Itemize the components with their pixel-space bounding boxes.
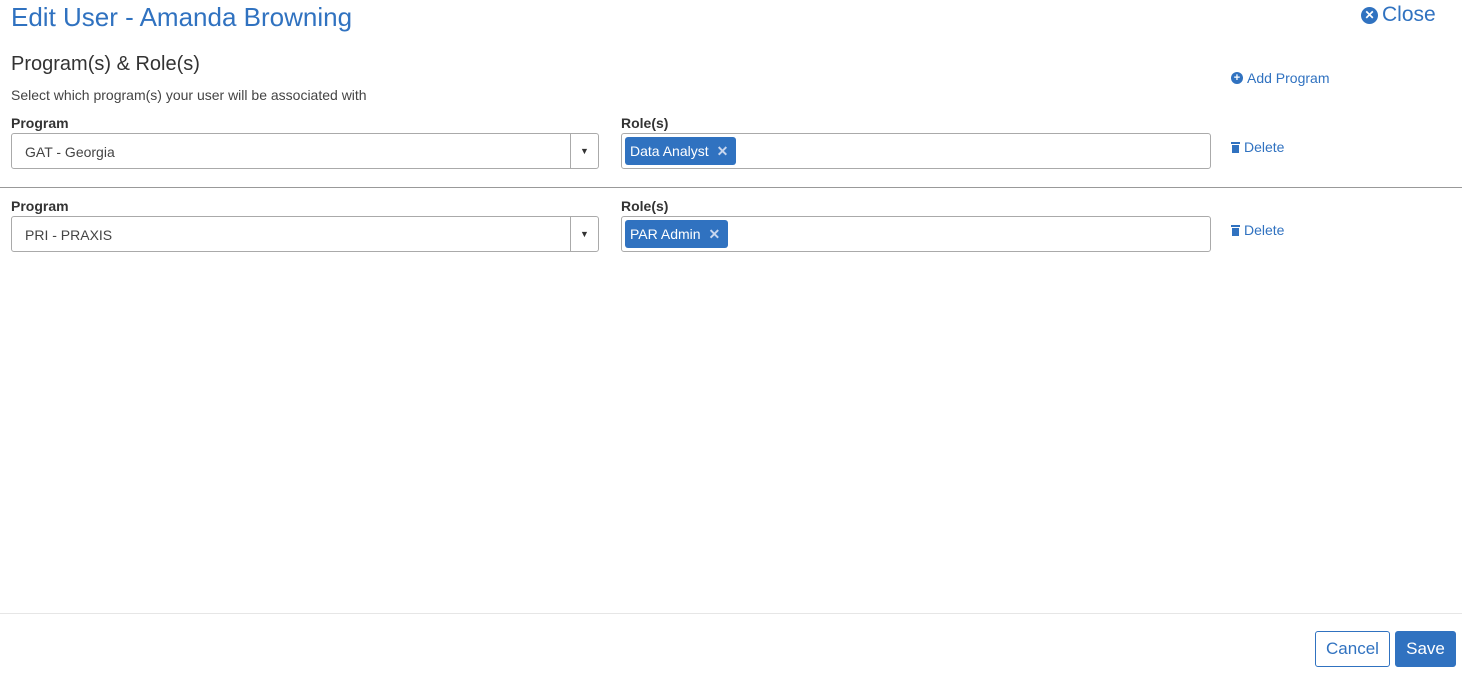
caret-down-icon[interactable]: ▼ xyxy=(570,217,598,251)
remove-role-icon[interactable]: ✕ xyxy=(709,226,721,243)
add-program-link[interactable]: + Add Program xyxy=(1231,70,1329,86)
times-circle-icon: ✕ xyxy=(1361,6,1378,24)
delete-label: Delete xyxy=(1244,139,1285,155)
close-label: Close xyxy=(1382,3,1436,26)
caret-down-icon[interactable]: ▼ xyxy=(570,134,598,168)
delete-entry-button[interactable]: Delete xyxy=(1231,222,1284,238)
role-chip-label: PAR Admin xyxy=(630,226,701,242)
trash-icon xyxy=(1231,141,1240,153)
program-select[interactable]: GAT - Georgia ▼ xyxy=(11,133,599,169)
section-subtitle: Select which program(s) your user will b… xyxy=(11,87,367,103)
roles-label: Role(s) xyxy=(621,115,669,131)
page-title: Edit User - Amanda Browning xyxy=(11,2,353,32)
plus-circle-icon: + xyxy=(1231,72,1243,84)
trash-icon xyxy=(1231,224,1240,236)
delete-entry-button[interactable]: Delete xyxy=(1231,139,1284,155)
program-select-value: PRI - PRAXIS xyxy=(25,227,113,243)
role-chip-label: Data Analyst xyxy=(630,143,709,159)
program-select-value: GAT - Georgia xyxy=(25,144,115,160)
section-title: Program(s) & Role(s) xyxy=(11,53,200,75)
add-program-label: Add Program xyxy=(1247,70,1330,86)
roles-multiselect[interactable]: Data Analyst ✕ xyxy=(621,133,1211,169)
role-chip: PAR Admin ✕ xyxy=(625,220,729,248)
remove-role-icon[interactable]: ✕ xyxy=(717,143,729,160)
entry-divider xyxy=(0,187,1462,188)
program-label: Program xyxy=(11,115,69,131)
save-button[interactable]: Save xyxy=(1395,631,1456,667)
footer-divider xyxy=(0,613,1462,614)
roles-label: Role(s) xyxy=(621,198,669,214)
delete-label: Delete xyxy=(1244,222,1285,238)
roles-multiselect[interactable]: PAR Admin ✕ xyxy=(621,216,1211,252)
role-chip: Data Analyst ✕ xyxy=(625,137,737,165)
program-label: Program xyxy=(11,198,69,214)
cancel-button[interactable]: Cancel xyxy=(1315,631,1390,667)
program-select[interactable]: PRI - PRAXIS ▼ xyxy=(11,216,599,252)
close-button[interactable]: ✕ Close xyxy=(1361,3,1436,27)
